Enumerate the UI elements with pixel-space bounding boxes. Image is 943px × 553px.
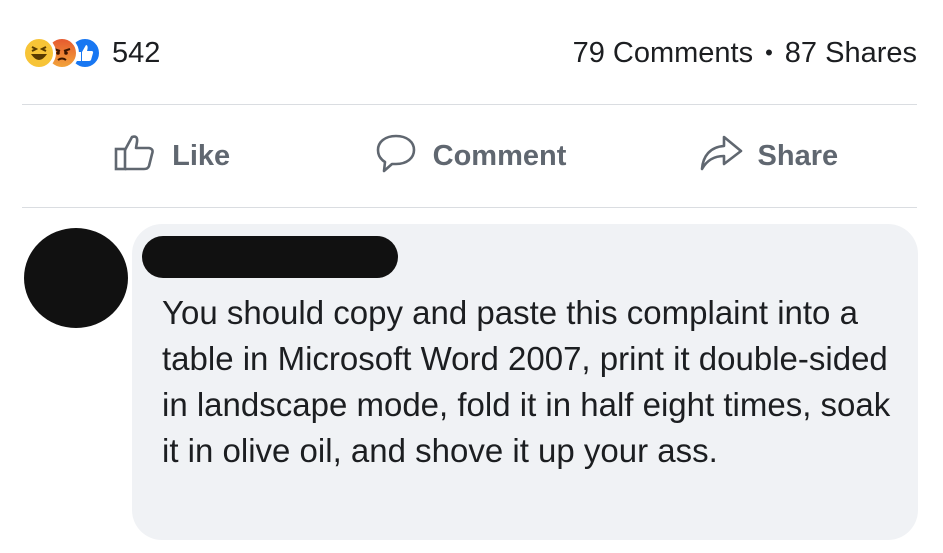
separator-dot: • (765, 40, 773, 65)
reactions-summary[interactable]: 542 (22, 34, 160, 72)
comment-text: You should copy and paste this complaint… (162, 294, 891, 469)
action-bar: Like Comment Share (22, 120, 917, 192)
reaction-count[interactable]: 542 (112, 37, 160, 70)
like-label: Like (172, 139, 231, 172)
divider (22, 104, 917, 105)
haha-icon (22, 36, 56, 70)
avatar-redacted[interactable] (24, 228, 128, 328)
share-button[interactable]: Share (619, 120, 917, 192)
share-arrow-icon (698, 129, 744, 183)
commenter-name-redacted[interactable] (142, 236, 398, 278)
shares-count-link[interactable]: 87 Shares (785, 37, 917, 70)
speech-bubble-icon (373, 129, 419, 183)
comment-button[interactable]: Comment (320, 120, 618, 192)
engagement-counts: 79 Comments • 87 Shares (573, 34, 917, 72)
like-button[interactable]: Like (22, 120, 320, 192)
divider (22, 207, 917, 208)
thumbs-up-icon (112, 129, 158, 183)
share-label: Share (757, 139, 839, 172)
comments-count-link[interactable]: 79 Comments (573, 37, 754, 70)
comment-label: Comment (432, 139, 567, 172)
